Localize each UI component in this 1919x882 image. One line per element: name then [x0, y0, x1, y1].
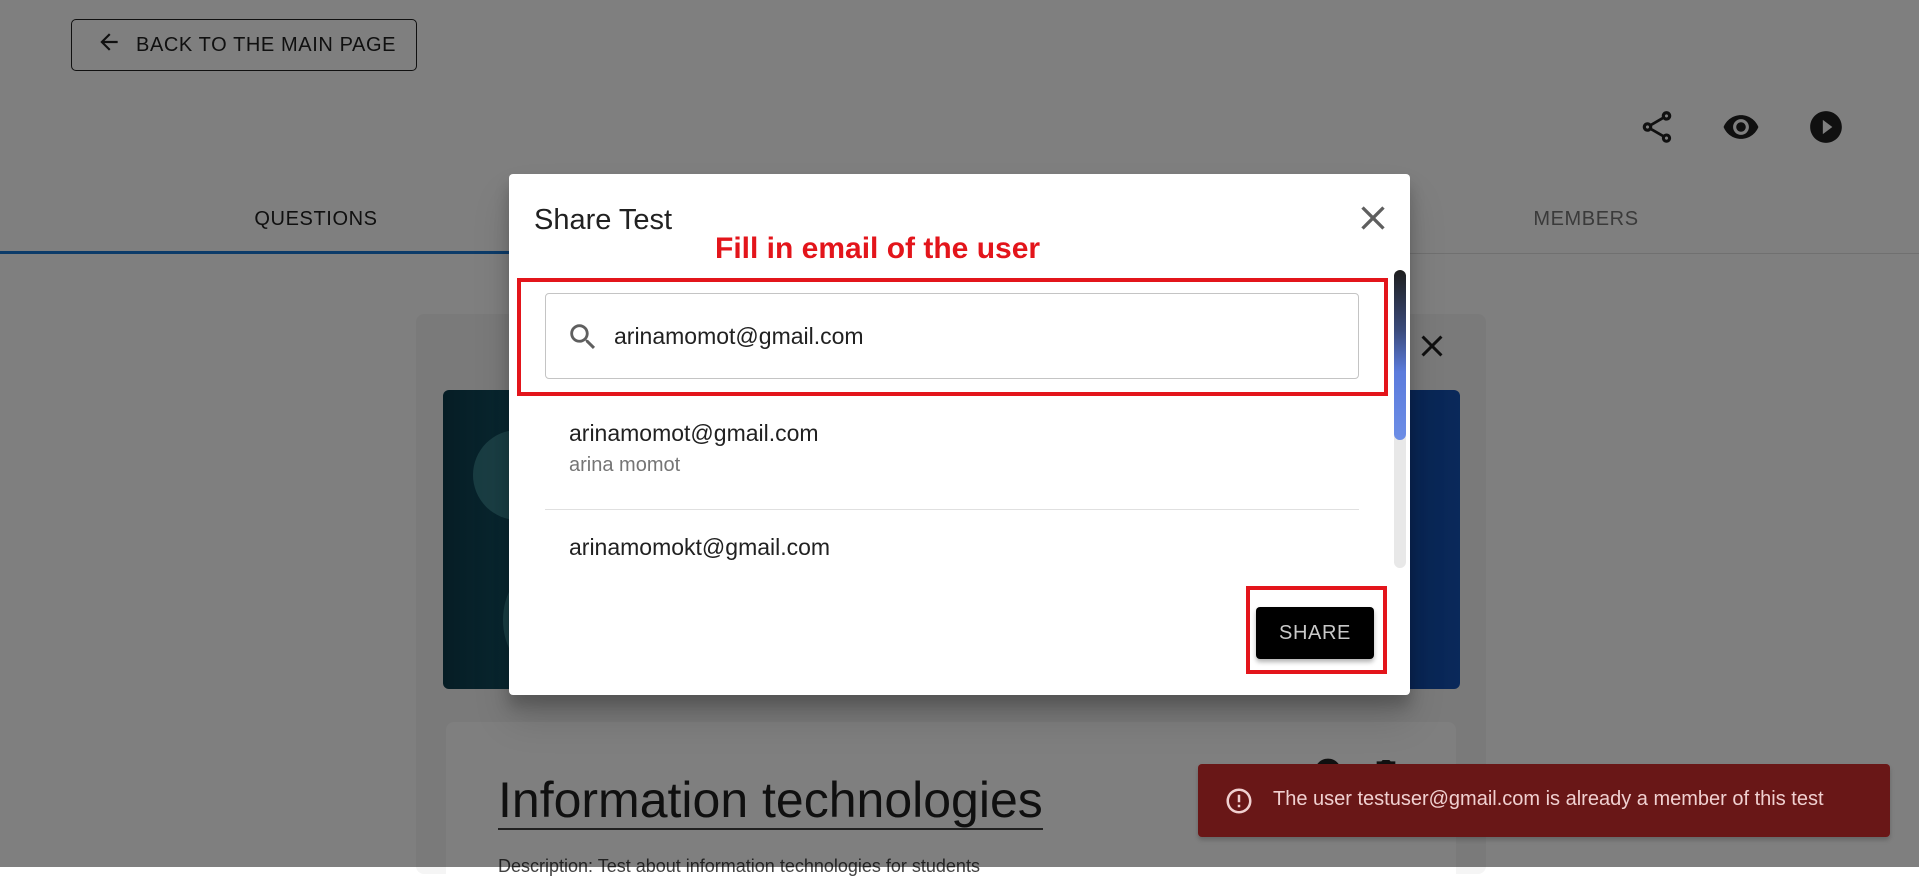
dialog-title: Share Test [534, 204, 673, 236]
error-icon [1224, 786, 1254, 816]
user-search-field[interactable] [545, 293, 1359, 379]
user-suggestion-list: arinamomot@gmail.com arina momot arinamo… [545, 398, 1359, 568]
close-icon[interactable] [1353, 198, 1393, 238]
error-toast: The user testuser@gmail.com is already a… [1198, 764, 1890, 837]
email-search-input[interactable] [614, 314, 1334, 358]
instruction-annotation: Fill in email of the user [715, 232, 1041, 265]
list-item[interactable]: arinamomokt@gmail.com [545, 510, 1359, 568]
suggestion-email: arinamomot@gmail.com [569, 420, 819, 446]
toast-message: The user testuser@gmail.com is already a… [1273, 788, 1824, 810]
suggestion-name: arina momot [569, 454, 681, 476]
list-divider [545, 509, 1359, 510]
share-button[interactable]: SHARE [1256, 607, 1374, 659]
suggestion-email: arinamomokt@gmail.com [569, 534, 831, 560]
share-test-dialog: Share Test Fill in email of the user ari… [509, 174, 1410, 695]
search-icon [566, 320, 600, 354]
dialog-scrollbar[interactable] [1394, 270, 1406, 568]
list-item[interactable]: arinamomot@gmail.com arina momot [545, 398, 1359, 508]
scrollbar-thumb[interactable] [1394, 270, 1406, 440]
